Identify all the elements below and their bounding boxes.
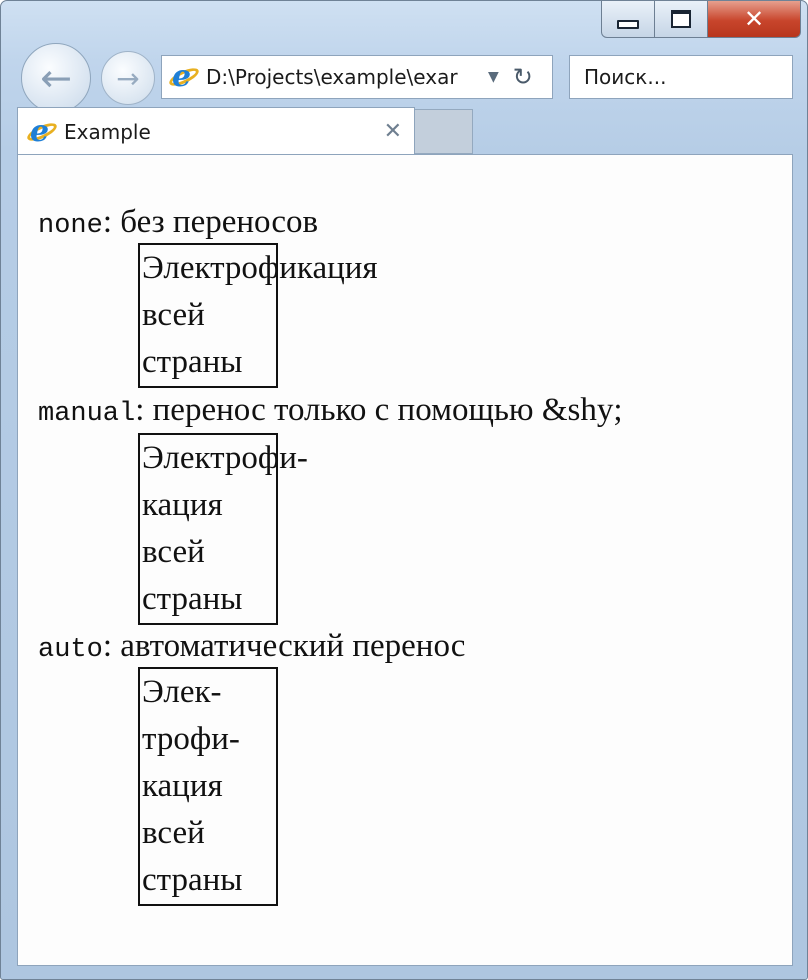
arrow-right-icon: → [116,61,140,95]
box-line: страны [142,344,243,380]
box-line: страны [142,581,243,617]
maximize-button[interactable] [655,1,708,38]
window-controls: ✕ [601,1,801,39]
box-line: всей [142,815,205,851]
close-tab-icon[interactable]: ✕ [384,119,402,144]
close-button[interactable]: ✕ [708,1,801,38]
maximize-icon [671,10,691,28]
box-line: страны [142,862,243,898]
hyphen-box-none: Электрофикация всей страны [138,243,378,388]
box-line: кация [142,768,223,804]
refresh-icon[interactable]: ↻ [513,63,533,91]
keyword: auto [38,635,103,665]
close-icon: ✕ [743,5,765,33]
new-tab-button[interactable] [415,109,473,154]
description: : перенос только с помощью &shy; [135,392,623,428]
address-url[interactable]: D:\Projects\example\exar [206,65,478,89]
minimize-icon [617,19,639,29]
box-line: трофи- [142,721,240,757]
box-line: Электрофи- [142,440,308,476]
box-line: Электрофикация [142,250,378,286]
tab-example[interactable]: e Example ✕ [17,107,415,155]
address-bar[interactable]: e D:\Projects\example\exar ▼ ↻ [161,55,553,99]
hyphens-section-manual: manual: перенос только с помощью &shy; [38,391,623,433]
box-line: Элек- [142,674,222,710]
box-line: всей [142,534,205,570]
hyphens-section-none: none: без переносов [38,203,318,245]
section-heading: auto: автоматический перенос [38,627,465,669]
description: : без переносов [102,204,319,240]
section-heading: none: без переносов [38,203,318,245]
search-placeholder: Поиск... [584,65,667,89]
browser-window: ✕ ← → e D:\Projects\example\exar ▼ ↻ Пои… [0,0,808,980]
keyword: none [38,211,103,241]
box-line: кация [142,487,223,523]
hyphen-box-auto: Элек- трофи- кация всей страны [138,667,278,906]
tab-label: Example [64,119,151,144]
box-line: всей [142,297,205,333]
keyword: manual [38,399,136,429]
ie-logo-icon: e [24,114,60,149]
page-content: none: без переносов Электрофикация всей … [17,154,793,966]
description: : автоматический перенос [102,628,466,664]
hyphen-box-manual: Электрофи- кация всей страны [138,433,308,625]
minimize-button[interactable] [601,1,655,38]
back-button[interactable]: ← [21,43,91,113]
ie-logo-icon: e [166,59,202,94]
forward-button[interactable]: → [101,51,155,105]
section-heading: manual: перенос только с помощью &shy; [38,391,623,433]
hyphens-section-auto: auto: автоматический перенос [38,627,465,669]
chevron-down-icon[interactable]: ▼ [488,69,499,85]
arrow-left-icon: ← [40,56,72,100]
search-input[interactable]: Поиск... [569,55,793,99]
